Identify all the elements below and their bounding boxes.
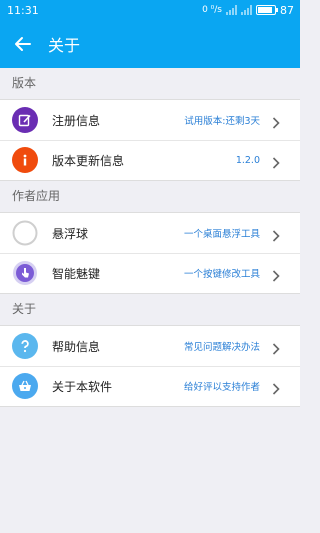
page-title: 关于: [48, 36, 81, 55]
list-item-value: 一个按键修改工具: [183, 269, 260, 280]
status-time: 11:31: [7, 3, 39, 17]
basket-icon: [12, 373, 38, 399]
signal-2-icon: [241, 5, 252, 15]
section-header: 版本: [12, 76, 37, 90]
info-icon: [12, 147, 38, 173]
list-item-value: 1.2.0: [235, 154, 260, 166]
floating-ball-icon: [12, 220, 38, 246]
section-header: 作者应用: [12, 189, 61, 203]
section-group: 帮助信息 常见问题解决办法关于本软件 给好评以支持作者: [0, 325, 300, 407]
section-group: 悬浮球 一个桌面悬浮工具智能魅键 一个按键修改工具: [0, 212, 300, 294]
list-item[interactable]: 版本更新信息 1.2.0: [0, 140, 300, 180]
list-item-value: 试用版本:还剩3天: [184, 116, 260, 127]
chevron-right-icon: [272, 114, 280, 129]
list-item-label: 注册信息: [52, 113, 101, 128]
help-icon: [12, 333, 38, 359]
list-item[interactable]: 注册信息 试用版本:还剩3天: [0, 100, 300, 140]
status-indicators: 0 ⁰/s 87: [202, 4, 294, 17]
chevron-right-icon: [272, 267, 280, 282]
list-item-label: 版本更新信息: [52, 153, 125, 168]
section-header: 关于: [12, 302, 37, 316]
chevron-right-icon: [272, 154, 280, 169]
chevron-right-icon: [272, 380, 280, 395]
battery-percent: 87: [280, 3, 294, 17]
signal-icon: [226, 5, 237, 15]
list-item-label: 智能魅键: [52, 266, 101, 281]
list-item-label: 悬浮球: [52, 226, 89, 241]
network-speed: 0 ⁰/s: [202, 5, 222, 15]
edit-icon: [12, 107, 38, 133]
list-item[interactable]: 智能魅键 一个按键修改工具: [0, 253, 300, 293]
back-arrow-icon[interactable]: [14, 35, 32, 53]
list-item-value: 一个桌面悬浮工具: [183, 229, 260, 240]
list-item-value: 常见问题解决办法: [183, 342, 260, 353]
chevron-right-icon: [272, 227, 280, 242]
app-bar: 关于: [0, 20, 300, 68]
list-item-label: 帮助信息: [52, 339, 101, 354]
list-item[interactable]: 帮助信息 常见问题解决办法: [0, 326, 300, 366]
section-group: 注册信息 试用版本:还剩3天版本更新信息 1.2.0: [0, 99, 300, 181]
status-bar: 11:31 0 ⁰/s 87: [0, 0, 300, 20]
chevron-right-icon: [272, 340, 280, 355]
list-item-label: 关于本软件: [52, 379, 113, 394]
settings-list: 版本注册信息 试用版本:还剩3天版本更新信息 1.2.0 作者应用悬浮球 一个桌面悬浮工…: [0, 68, 300, 407]
list-item[interactable]: 悬浮球 一个桌面悬浮工具: [0, 213, 300, 253]
touch-key-icon: [12, 260, 38, 286]
list-item[interactable]: 关于本软件 给好评以支持作者: [0, 366, 300, 406]
battery-icon: [256, 5, 278, 15]
list-item-value: 给好评以支持作者: [183, 382, 260, 393]
